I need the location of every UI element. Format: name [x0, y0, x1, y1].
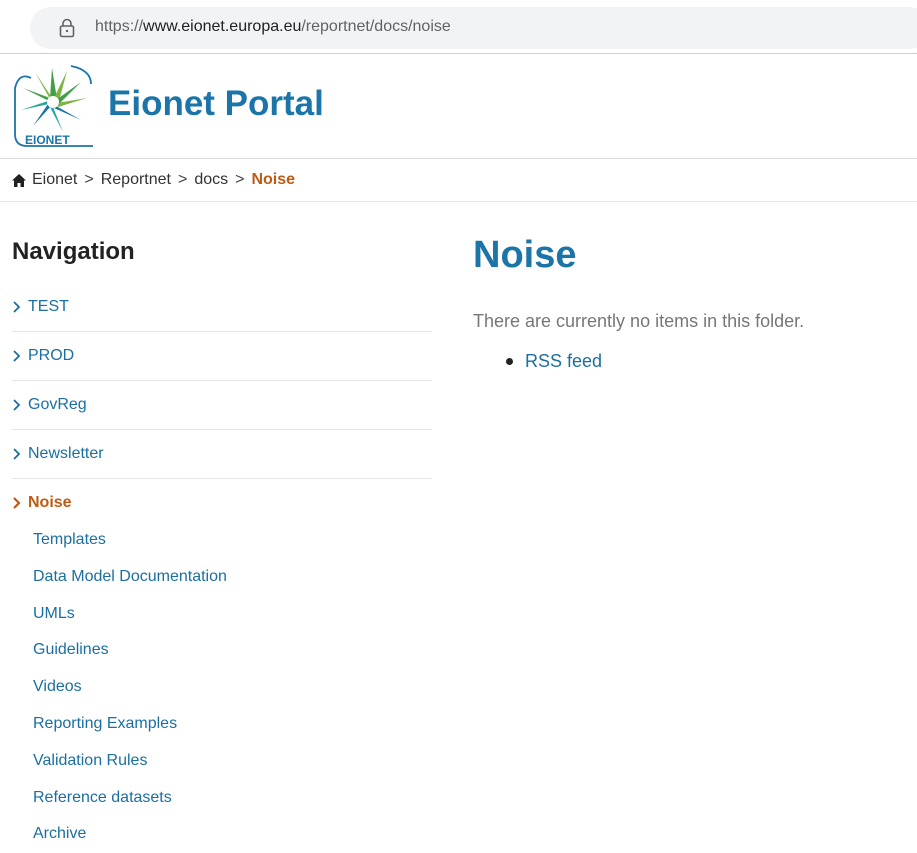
nav-item-noise[interactable]: Noise	[12, 479, 432, 527]
subnav-archive[interactable]: Archive	[33, 816, 227, 853]
nav-item-prod[interactable]: PROD	[12, 332, 432, 381]
subnav-reporting-examples[interactable]: Reporting Examples	[33, 706, 227, 743]
subnav-videos[interactable]: Videos	[33, 669, 227, 706]
portal-title[interactable]: Eionet Portal	[108, 84, 324, 124]
browser-address-bar: https://www.eionet.europa.eu/reportnet/d…	[0, 0, 917, 54]
chevron-right-icon	[13, 448, 21, 460]
empty-folder-message: There are currently no items in this fol…	[473, 311, 805, 331]
page-title: Noise	[473, 234, 577, 276]
subnav-data-model-documentation[interactable]: Data Model Documentation	[33, 559, 227, 596]
subnav-umls[interactable]: UMLs	[33, 596, 227, 633]
subnav-guidelines[interactable]: Guidelines	[33, 632, 227, 669]
nav-item-test[interactable]: TEST	[12, 283, 432, 332]
breadcrumb-divider	[0, 201, 917, 202]
breadcrumb-separator: >	[177, 171, 188, 188]
rss-feed-label: RSS feed	[525, 351, 603, 371]
eionet-logo[interactable]: EIONET	[11, 62, 95, 150]
nav-item-label: TEST	[28, 298, 69, 315]
bullet-icon	[506, 358, 513, 365]
address-bar-divider	[0, 53, 917, 54]
breadcrumb-separator: >	[84, 171, 94, 188]
chevron-right-icon	[13, 301, 21, 313]
breadcrumb-reportnet[interactable]: Reportnet	[101, 171, 171, 189]
home-icon[interactable]	[12, 173, 26, 187]
lock-icon[interactable]	[58, 18, 76, 38]
navigation-menu: TEST PROD GovReg Newsletter Noise	[12, 283, 432, 527]
rss-feed-link[interactable]: RSS feed	[506, 351, 602, 372]
noise-submenu: Templates Data Model Documentation UMLs …	[33, 522, 227, 853]
header-divider	[0, 158, 917, 159]
chevron-right-icon	[13, 497, 21, 509]
breadcrumb-docs[interactable]: docs	[194, 171, 228, 189]
subnav-reference-datasets[interactable]: Reference datasets	[33, 780, 227, 817]
subnav-templates[interactable]: Templates	[33, 522, 227, 559]
nav-item-govreg[interactable]: GovReg	[12, 381, 432, 430]
nav-item-newsletter[interactable]: Newsletter	[12, 430, 432, 479]
url-scheme: https://	[95, 18, 144, 35]
chevron-right-icon	[13, 350, 21, 362]
url-path: /reportnet/docs/noise	[301, 18, 451, 35]
logo-wordmark: EIONET	[25, 133, 70, 147]
subnav-validation-rules[interactable]: Validation Rules	[33, 743, 227, 780]
breadcrumb-eionet[interactable]: Eionet	[32, 171, 77, 189]
chevron-right-icon	[13, 399, 21, 411]
nav-item-label: PROD	[28, 347, 75, 364]
breadcrumb: Eionet > Reportnet > docs > Noise	[12, 171, 295, 189]
breadcrumb-separator: >	[235, 171, 245, 188]
nav-item-label: GovReg	[28, 396, 87, 413]
breadcrumb-current: Noise	[251, 171, 296, 188]
nav-item-label: Noise	[28, 494, 72, 511]
navigation-heading: Navigation	[12, 238, 135, 265]
url-text[interactable]: https://www.eionet.europa.eu/reportnet/d…	[95, 18, 451, 36]
nav-item-label: Newsletter	[28, 445, 104, 462]
url-host: www.eionet.europa.eu	[143, 18, 302, 35]
